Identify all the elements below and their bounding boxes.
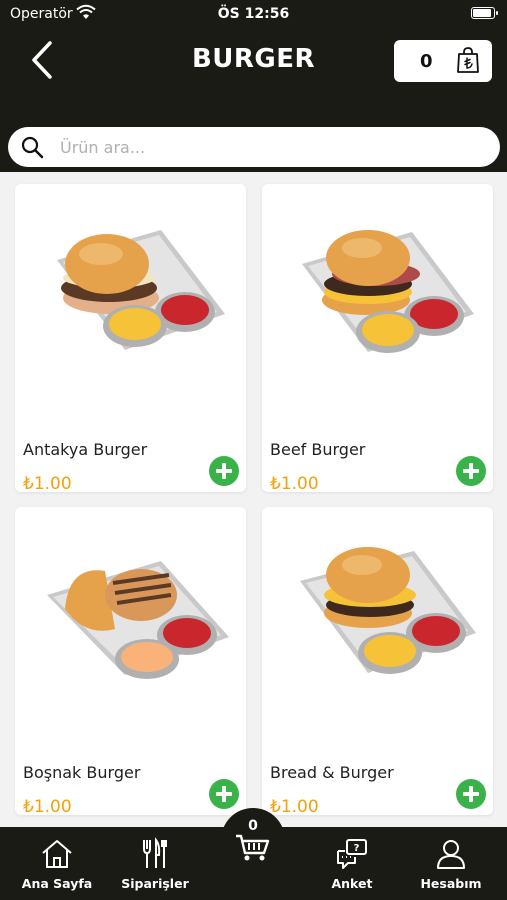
search-input[interactable]: [60, 133, 480, 161]
add-to-cart-button[interactable]: [456, 456, 486, 486]
status-bar: Operatör ÖS 12:56: [0, 0, 507, 28]
product-name: Beef Burger: [270, 440, 366, 459]
add-to-cart-button[interactable]: [209, 779, 239, 809]
battery-icon: [471, 7, 498, 19]
add-to-cart-button[interactable]: [209, 456, 239, 486]
product-image: [302, 230, 474, 353]
app-header: Operatör ÖS 12:56 BURGER 0: [0, 0, 507, 172]
product-price: ₺1.00: [270, 474, 319, 494]
nav-item-orders[interactable]: Siparişler: [110, 837, 200, 895]
nav-label: Siparişler: [121, 876, 189, 891]
cart-count: 0: [420, 51, 433, 72]
product-card[interactable]: Antakya Burger ₺1.00: [15, 184, 246, 494]
svg-text:?: ?: [354, 843, 360, 854]
product-price: ₺1.00: [23, 797, 72, 817]
search-icon: [21, 136, 44, 159]
nav-label: Ana Sayfa: [21, 876, 93, 891]
search-bar: [8, 127, 500, 167]
product-card[interactable]: Bread & Burger ₺1.00: [262, 507, 493, 817]
cart-fab-button[interactable]: 0: [221, 808, 285, 872]
product-grid: Antakya Burger ₺1.00 Beef Burger ₺1.00 B…: [0, 172, 507, 827]
nav-item-home[interactable]: Ana Sayfa: [12, 837, 102, 895]
nav-item-account[interactable]: Hesabım: [406, 837, 496, 895]
product-name: Bread & Burger: [270, 763, 394, 782]
product-card[interactable]: Beef Burger ₺1.00: [262, 184, 493, 494]
nav-label: Anket: [331, 876, 373, 891]
product-price: ₺1.00: [270, 797, 319, 817]
home-icon: [42, 840, 72, 868]
product-image: [300, 547, 476, 674]
product-name: Antakya Burger: [23, 440, 148, 459]
product-name: Boşnak Burger: [23, 763, 141, 782]
cart-fab-count: 0: [248, 818, 258, 834]
cart-button[interactable]: 0: [394, 40, 492, 82]
product-image: [47, 561, 229, 679]
add-to-cart-button[interactable]: [456, 779, 486, 809]
nav-label: Hesabım: [420, 876, 482, 891]
product-price: ₺1.00: [23, 474, 72, 494]
shopping-cart-icon: [236, 834, 270, 861]
status-time: ÖS 12:56: [217, 6, 290, 22]
nav-item-survey[interactable]: ? Anket: [307, 837, 397, 895]
product-image: [57, 230, 225, 350]
survey-chat-icon: ?: [337, 839, 367, 869]
shopping-bag-icon: [457, 47, 479, 73]
cutlery-icon: [143, 837, 167, 868]
user-icon: [437, 840, 465, 869]
product-card[interactable]: Boşnak Burger ₺1.00: [15, 507, 246, 817]
